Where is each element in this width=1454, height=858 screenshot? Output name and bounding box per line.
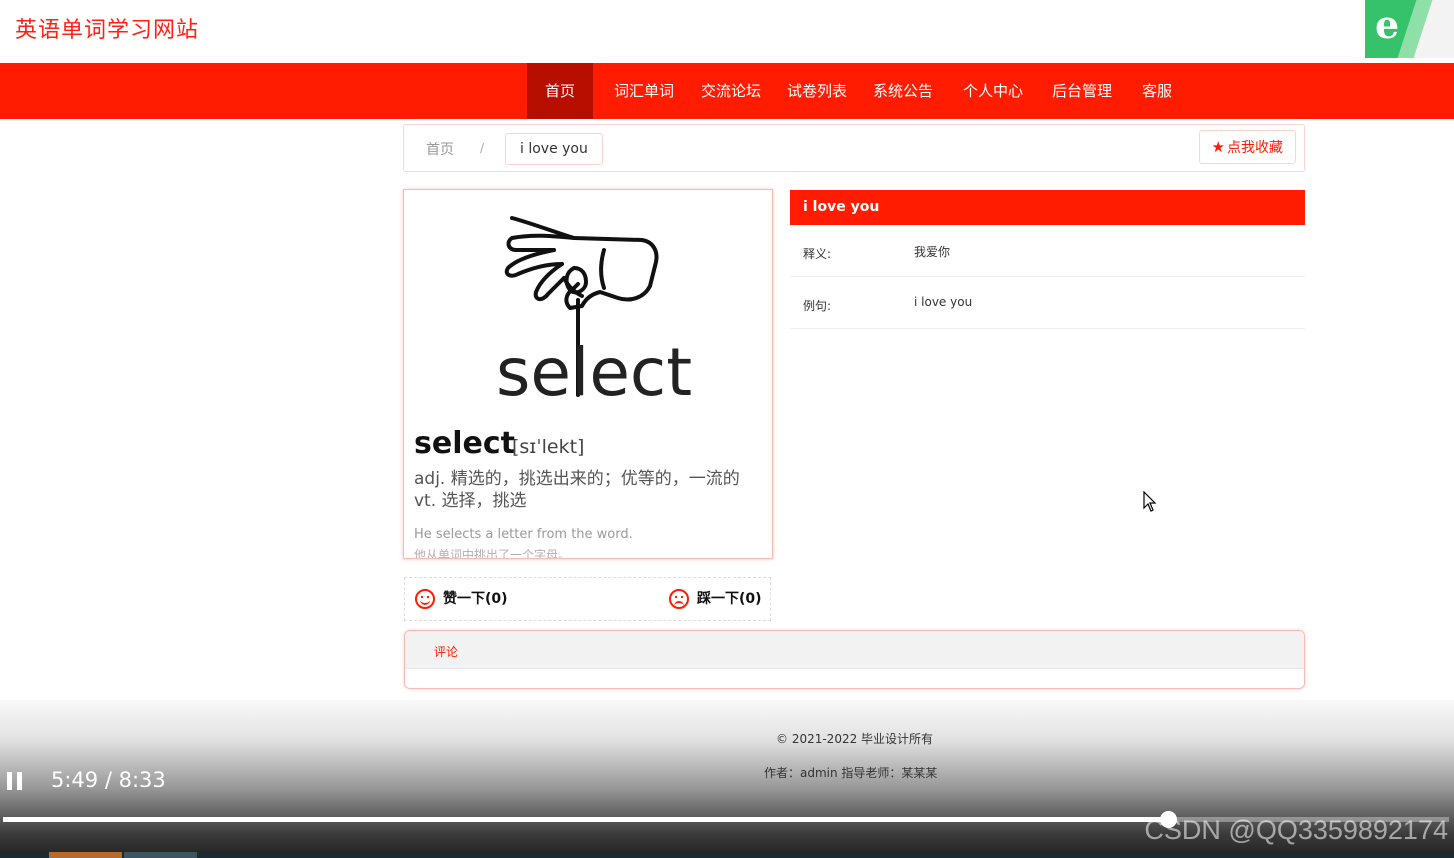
mouse-cursor-icon	[1143, 491, 1157, 512]
main-navbar: 首页 词汇单词 交流论坛 试卷列表 系统公告 个人中心 后台管理 客服	[0, 63, 1454, 119]
vote-bar: 赞一下(0) 踩一下(0)	[404, 577, 771, 621]
footer-copyright: © 2021-2022 毕业设计所有	[776, 732, 934, 746]
like-label: 赞一下(0)	[443, 591, 508, 607]
detail-label-example: 例句:	[803, 299, 832, 313]
pause-icon[interactable]	[6, 772, 24, 790]
browser-logo-letter: e	[1375, 2, 1400, 47]
nav-item-admin[interactable]: 后台管理	[1042, 63, 1122, 119]
detail-row-example: 例句: i love you	[790, 277, 1305, 329]
nav-item-vocabulary[interactable]: 词汇单词	[604, 63, 684, 119]
word-image-card: select select [sɪˈlekt] adj. 精选的，挑选出来的；优…	[403, 189, 773, 559]
video-time: 5:49 / 8:33	[51, 768, 166, 792]
taskbar-item[interactable]	[124, 852, 197, 858]
breadcrumb: 首页 / i love you ★ 点我收藏	[403, 124, 1305, 172]
taskbar	[0, 852, 1454, 858]
word-example-zh: 他从单词中挑出了一个字母。	[414, 548, 571, 559]
detail-row-meaning: 释义: 我爱你	[790, 225, 1305, 277]
like-button[interactable]: 赞一下(0)	[415, 588, 508, 609]
dislike-button[interactable]: 踩一下(0)	[669, 588, 762, 609]
nav-item-home[interactable]: 首页	[527, 63, 593, 119]
hand-pinch-illustration: select	[496, 216, 692, 411]
breadcrumb-current: i love you	[505, 133, 603, 165]
detail-label-meaning: 释义:	[803, 247, 832, 261]
detail-value-meaning: 我爱你	[914, 245, 951, 259]
tab-comments[interactable]: 评论	[405, 631, 1304, 669]
video-progress-fill	[3, 817, 1169, 822]
star-icon: ★	[1211, 138, 1225, 156]
detail-title: i love you	[790, 190, 1305, 225]
watermark: CSDN @QQ3359892174	[1144, 815, 1448, 845]
footer-author: 作者：admin 指导老师：某某某	[764, 766, 938, 780]
word-definition-vt: vt. 选择，挑选	[414, 491, 527, 511]
browser-logo-icon: e	[1365, 0, 1454, 58]
nav-item-personal-center[interactable]: 个人中心	[953, 63, 1033, 119]
word-phonetic: [sɪˈlekt]	[512, 436, 585, 458]
illustration-word: select	[496, 334, 692, 411]
top-header: 英语单词学习网站 e	[0, 0, 1454, 63]
nav-item-forum[interactable]: 交流论坛	[692, 63, 770, 119]
favorite-button-label: 点我收藏	[1227, 140, 1283, 156]
nav-item-exam-list[interactable]: 试卷列表	[778, 63, 856, 119]
breadcrumb-separator: /	[480, 141, 485, 155]
taskbar-item[interactable]	[49, 852, 122, 858]
page: 英语单词学习网站 e 首页 词汇单词 交流论坛 试卷列表 系统公告 个人中心 后…	[0, 0, 1454, 858]
comment-section: 评论	[404, 630, 1305, 689]
detail-value-example: i love you	[914, 295, 973, 309]
dislike-label: 踩一下(0)	[697, 591, 762, 607]
nav-item-announcements[interactable]: 系统公告	[864, 63, 942, 119]
word-headword: select	[414, 426, 515, 461]
favorite-button[interactable]: ★ 点我收藏	[1198, 130, 1296, 164]
tab-comments-label: 评论	[434, 645, 459, 659]
site-title[interactable]: 英语单词学习网站	[15, 12, 199, 44]
breadcrumb-home[interactable]: 首页	[426, 139, 454, 159]
word-example-en: He selects a letter from the word.	[414, 527, 633, 542]
frown-icon	[669, 589, 689, 609]
nav-item-customer-service[interactable]: 客服	[1132, 63, 1182, 119]
smile-icon	[415, 589, 435, 609]
